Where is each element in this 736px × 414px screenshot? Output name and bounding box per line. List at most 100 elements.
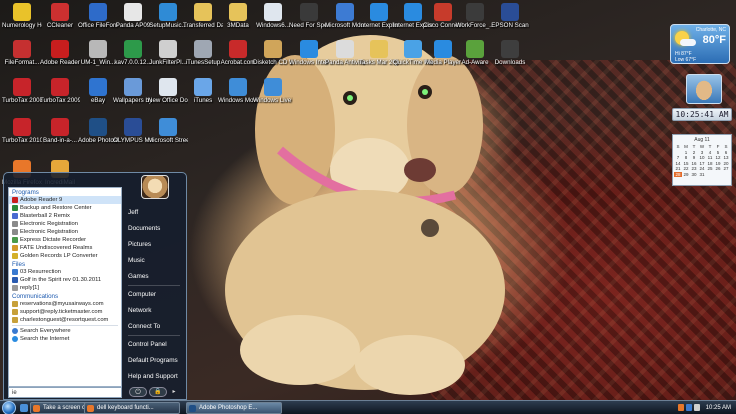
taskbar-button[interactable]: dell keyboard functi... — [84, 402, 180, 414]
desktop-icon[interactable]: 3MData — [218, 3, 258, 29]
program-item[interactable]: Golden Records LP Converter — [9, 252, 121, 260]
desktop-icon[interactable]: Windows Internet... — [289, 40, 329, 66]
calendar-day[interactable]: 30 — [690, 172, 698, 178]
desktop-icon[interactable]: Need For Speed H... — [289, 3, 329, 29]
desktop-icon[interactable]: Office FileFormat... — [78, 3, 118, 29]
start-button[interactable] — [2, 401, 16, 414]
search-everywhere-link[interactable]: Search Everywhere — [9, 327, 121, 335]
file-item-icon — [12, 277, 18, 283]
desktop-icon[interactable]: CCleaner — [40, 3, 80, 29]
communication-item[interactable]: support@reply.ticketmaster.com — [9, 308, 121, 316]
desktop-icon[interactable]: Ad-Aware — [455, 40, 495, 66]
desktop-icon[interactable]: TurboTax 2008 — [2, 78, 42, 104]
desktop-icon[interactable]: Transferred Data — [183, 3, 223, 29]
desktop-icon[interactable]: Windows Live Mov... — [253, 78, 293, 104]
start-link-help-and-support[interactable]: Help and Support — [128, 373, 178, 380]
desktop-icon[interactable]: Numerology Healing To... — [2, 3, 42, 29]
calendar-day[interactable]: 25 — [706, 166, 714, 172]
start-link-control-panel[interactable]: Control Panel — [128, 341, 167, 348]
desktop-icon[interactable]: Downloads — [490, 40, 530, 66]
start-link-documents[interactable]: Documents — [128, 225, 160, 232]
desktop-icon[interactable]: OLYMPUS Master 2 — [113, 118, 153, 144]
program-item[interactable]: FATE Undiscovered Realms — [9, 244, 121, 252]
calendar-day[interactable]: 21 — [674, 166, 682, 172]
tray-app-icon[interactable] — [678, 404, 684, 411]
desktop-icon[interactable]: Panda AP09 — [113, 3, 153, 29]
show-desktop-icon[interactable] — [20, 404, 28, 412]
calendar-day[interactable]: 10 — [698, 155, 706, 161]
lock-button[interactable]: 🔒 — [149, 387, 167, 397]
desktop-icon[interactable]: EPSON Scan — [490, 3, 530, 29]
start-link-music[interactable]: Music — [128, 257, 145, 264]
program-item[interactable]: Electronic Registration — [9, 228, 121, 236]
program-item[interactable]: Electronic Registration — [9, 220, 121, 228]
calendar-day[interactable]: 31 — [698, 172, 706, 178]
shortcut-icon — [300, 3, 318, 21]
desktop-icon[interactable]: WorkForce_... — [455, 3, 495, 29]
start-link-jeff[interactable]: Jeff — [128, 209, 138, 216]
communication-item[interactable]: charlestonguest@resortquest.com — [9, 316, 121, 324]
desktop-icon[interactable]: eBay — [78, 78, 118, 104]
desktop-icon[interactable]: iTunesSetup — [183, 40, 223, 66]
desktop-icon[interactable]: Adobe Reader 9 — [40, 40, 80, 66]
desktop-icon[interactable]: Adobe Photosh... — [78, 118, 118, 144]
start-link-games[interactable]: Games — [128, 273, 149, 280]
tray-network-icon[interactable] — [686, 404, 692, 411]
start-link-pictures[interactable]: Pictures — [128, 241, 151, 248]
taskbar-clock[interactable]: 10:25 AM — [706, 401, 731, 414]
desktop-icon[interactable]: TurboTax 2009 — [40, 78, 80, 104]
taskbar-button[interactable]: Adobe Photoshop E... — [186, 402, 282, 414]
calendar-day[interactable]: 24 — [698, 166, 706, 172]
desktop-icon[interactable]: Disketch CD Label Soft... — [253, 40, 293, 66]
communication-item[interactable]: reservations@myusairways.com — [9, 300, 121, 308]
calendar-day[interactable]: 13 — [722, 155, 730, 161]
power-button[interactable]: ⏻ — [129, 387, 147, 397]
desktop-icon[interactable]: iTunes — [183, 78, 223, 104]
desktop-icon[interactable]: SetupMusic... — [148, 3, 188, 29]
calendar-day[interactable]: 22 — [682, 166, 690, 172]
file-item[interactable]: 03 Resurrection — [9, 268, 121, 276]
calendar-day[interactable]: 28 — [674, 171, 682, 177]
program-item-icon — [12, 229, 18, 235]
weather-gadget[interactable]: Charlotte, NC 80°F Hi 87°F Low 67°F — [670, 24, 730, 64]
desktop-icon[interactable]: TurboTax 2010 — [2, 118, 42, 144]
calendar-day[interactable]: 26 — [714, 166, 722, 172]
user-avatar[interactable] — [141, 175, 169, 199]
calendar-day[interactable]: 29 — [682, 172, 690, 178]
desktop-icon[interactable]: Microsoft Streets ... — [148, 118, 188, 144]
clock-gadget[interactable]: 10:25:41 AM — [672, 108, 732, 121]
desktop-icon[interactable]: Windows Movie Maker — [218, 78, 258, 104]
program-item-label: Electronic Registration — [20, 229, 78, 235]
dog-photo-gadget[interactable] — [686, 74, 722, 104]
desktop-icon[interactable]: Wallpapers by Incredi... — [113, 78, 153, 104]
shutdown-options-arrow-icon[interactable]: ▸ — [169, 387, 179, 397]
tray-volume-icon[interactable] — [694, 404, 700, 411]
cloud-icon — [680, 39, 696, 46]
calendar-day[interactable]: 27 — [722, 166, 730, 172]
desktop-icon[interactable]: Band-in-a-... — [40, 118, 80, 144]
start-search-input[interactable]: ie — [8, 387, 122, 398]
program-item[interactable]: Express Dictate Recorder — [9, 236, 121, 244]
start-link-computer[interactable]: Computer — [128, 291, 156, 298]
file-item[interactable]: Golf in the Spirit rev 01.30.2011 — [9, 276, 121, 284]
program-item[interactable]: Blasterball 2 Remix — [9, 212, 121, 220]
desktop-icon-label: SetupMusic... — [149, 22, 187, 29]
calendar-day[interactable]: 23 — [690, 166, 698, 172]
desktop-icon[interactable]: kav7.0.0.12... — [113, 40, 153, 66]
start-link-default-programs[interactable]: Default Programs — [128, 357, 178, 364]
search-internet-link[interactable]: Search the Internet — [9, 335, 121, 343]
desktop-icon[interactable]: Windows6... — [253, 3, 293, 29]
file-item[interactable]: reply[1] — [9, 284, 121, 292]
start-link-network[interactable]: Network — [128, 307, 151, 314]
program-item[interactable]: Adobe Reader 9 — [9, 196, 121, 204]
desktop-icon[interactable]: JunkFilterPl... — [148, 40, 188, 66]
start-link-connect-to[interactable]: Connect To — [128, 323, 160, 330]
desktop-icon[interactable]: Acrobat.com — [218, 40, 258, 66]
desktop-icon[interactable]: UM-1_Win... — [78, 40, 118, 66]
calendar-day[interactable]: 12 — [714, 155, 722, 161]
calendar-gadget[interactable]: Aug 11 S M T W T F S 1 2 3 4 5 6 7 8 9 10 11 12 13 14 15 16 17 1… — [672, 134, 732, 186]
shortcut-icon — [194, 78, 212, 96]
desktop-icon[interactable]: FileFormat... — [2, 40, 42, 66]
desktop-icon[interactable]: New Office Document — [148, 78, 188, 104]
program-item[interactable]: Backup and Restore Center — [9, 204, 121, 212]
